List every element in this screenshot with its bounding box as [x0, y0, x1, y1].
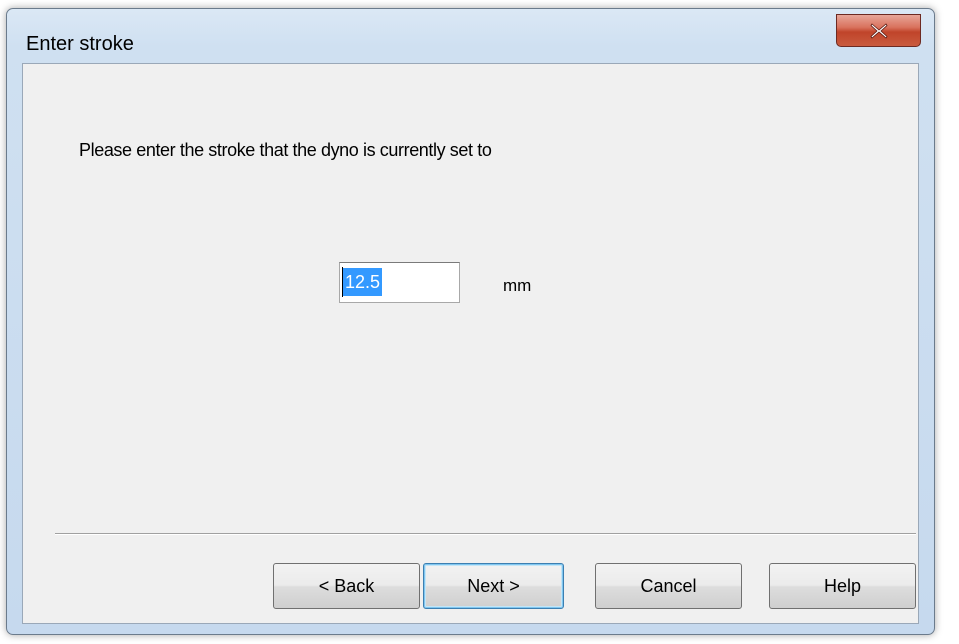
window-title: Enter stroke — [26, 33, 134, 55]
back-button[interactable]: < Back — [273, 563, 420, 609]
stroke-unit-label: mm — [503, 276, 532, 295]
dialog-body: Please enter the stroke that the dyno is… — [22, 63, 919, 624]
close-button[interactable] — [836, 14, 921, 47]
stroke-input[interactable]: 12.5 — [339, 262, 460, 303]
text-caret — [342, 267, 343, 297]
dialog-window: Enter stroke Please enter the stroke tha… — [6, 8, 935, 635]
prompt-text: Please enter the stroke that the dyno is… — [79, 140, 492, 160]
title-bar[interactable]: Enter stroke — [7, 9, 934, 71]
close-x-icon — [870, 23, 888, 39]
help-button[interactable]: Help — [769, 563, 916, 609]
cancel-button[interactable]: Cancel — [595, 563, 742, 609]
next-button[interactable]: Next > — [423, 563, 564, 609]
stroke-input-value: 12.5 — [343, 268, 383, 296]
separator-line — [55, 533, 916, 535]
